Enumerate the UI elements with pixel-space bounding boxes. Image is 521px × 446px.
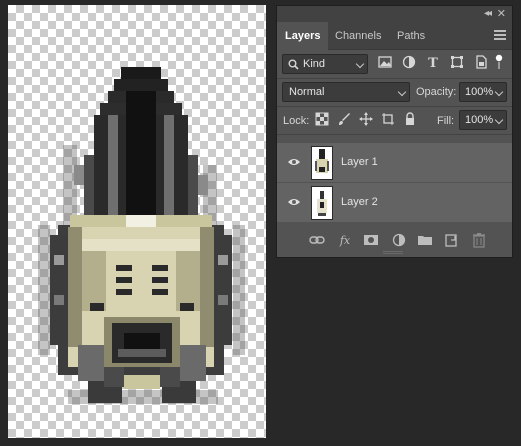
lock-image-pixels-icon[interactable] [337,112,351,126]
layer-name[interactable]: Layer 1 [341,156,378,168]
adjustment-filter-icon[interactable] [401,54,417,70]
filter-kind-dropdown[interactable]: Kind [282,54,368,74]
blend-mode-dropdown[interactable]: Normal [282,82,410,102]
add-mask-icon[interactable] [363,232,379,248]
tab-paths[interactable]: Paths [389,22,433,50]
lock-position-icon[interactable] [359,112,373,126]
blend-row: Normal Opacity: 100% [277,79,512,106]
new-group-icon[interactable] [417,232,433,248]
tab-layers[interactable]: Layers [277,22,329,50]
search-icon [288,59,299,70]
layer-row-1[interactable]: Layer 1 [277,143,512,183]
close-icon[interactable]: ✕ [497,7,506,20]
tab-channels[interactable]: Channels [327,22,389,50]
svg-text:T: T [428,56,438,70]
layer-thumbnail [311,186,333,220]
opacity-value: 100% [465,86,494,98]
panel-tab-bar: Layers Channels Paths [277,22,512,50]
link-layers-icon[interactable] [309,232,325,248]
fill-field[interactable]: 100% [459,110,507,130]
lock-transparent-pixels-icon[interactable] [315,112,329,126]
opacity-label: Opacity: [416,86,457,98]
type-filter-icon[interactable]: T [425,54,441,70]
fill-label: Fill: [437,115,455,127]
smart-object-filter-icon[interactable] [473,54,489,70]
document-canvas[interactable] [8,5,266,438]
layer-thumbnail [311,146,333,180]
lock-artboard-icon[interactable] [381,112,395,126]
shape-filter-icon[interactable] [449,54,465,70]
layers-footer: fx [277,228,512,252]
svg-text:fx: fx [339,234,351,247]
panel-menu-icon[interactable] [494,30,506,40]
filter-row: Kind T [277,51,512,78]
layers-list: Layer 1 Layer 2 [277,143,512,223]
new-adjustment-icon[interactable] [391,232,407,248]
delete-layer-icon[interactable] [471,232,487,248]
panel-title-bar[interactable]: ◂◂ ✕ [277,6,512,22]
layers-panel: ◂◂ ✕ Layers Channels Paths Kind T Normal… [276,5,513,258]
collapse-panel-icon[interactable]: ◂◂ [484,8,492,19]
pixel-art-sprite [38,67,245,404]
image-filter-icon[interactable] [377,54,393,70]
visibility-eye-icon[interactable] [287,157,301,167]
lock-row: Lock: Fill: 100% [277,107,512,134]
filter-kind-label: Kind [303,58,326,70]
opacity-field[interactable]: 100% [459,82,507,102]
lock-all-icon[interactable] [403,112,417,126]
layer-name[interactable]: Layer 2 [341,196,378,208]
visibility-eye-icon[interactable] [287,197,301,207]
panel-resize-grip[interactable] [383,251,403,255]
filter-toggle-icon[interactable] [493,54,505,70]
new-layer-icon[interactable] [443,232,459,248]
lock-label: Lock: [283,115,310,127]
layer-row-2[interactable]: Layer 2 [277,183,512,223]
fx-icon[interactable]: fx [337,232,353,248]
canvas-area[interactable] [0,0,276,446]
fill-value: 100% [465,114,494,126]
blend-mode-value: Normal [289,86,325,98]
sprite-tower [74,67,208,215]
